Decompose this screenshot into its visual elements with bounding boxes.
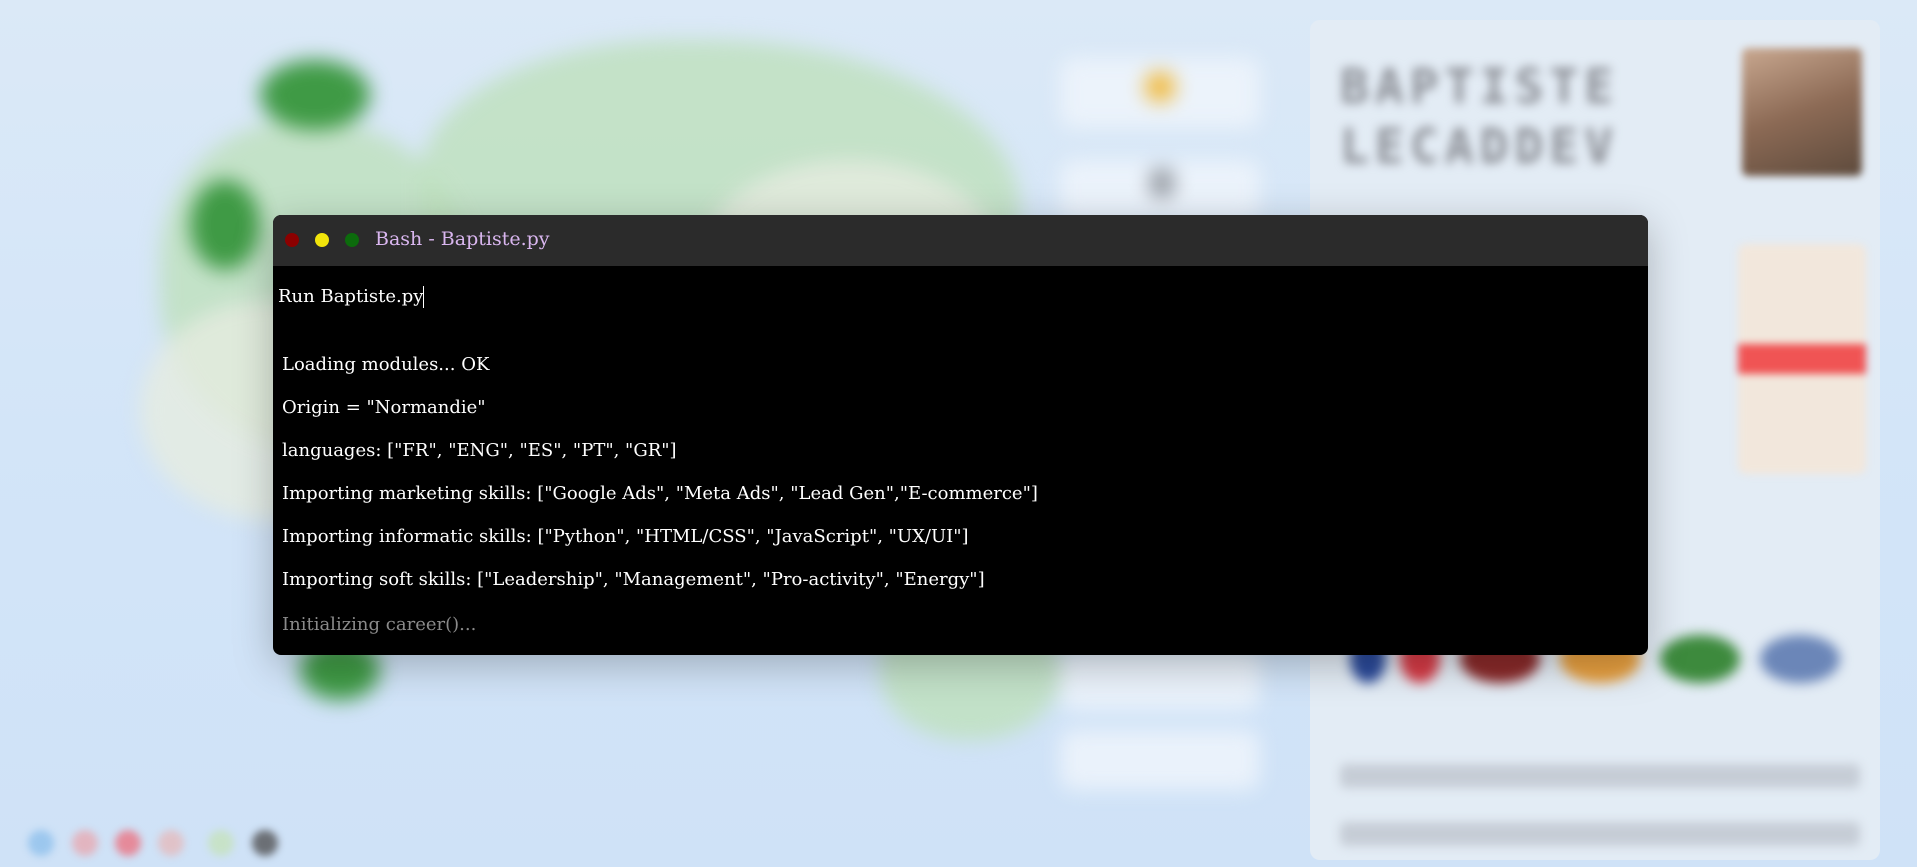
pending-output-line: Initializing career()... [282,614,477,635]
command-line[interactable]: Run Baptiste.py [278,286,423,307]
dock-icon [252,830,278,856]
terminal-window[interactable]: Bash - Baptiste.py Run Baptiste.py Loadi… [273,215,1648,655]
text-cursor [423,286,424,308]
dock-icon [115,830,141,856]
terminal-title: Bash - Baptiste.py [375,228,550,250]
map-highlight [190,180,260,270]
dock-icon [208,830,234,856]
profile-name-line1: BAPTISTE [1340,59,1620,115]
map-highlight [260,60,370,130]
output-line: Importing marketing skills: ["Google Ads… [282,483,1038,504]
maximize-icon[interactable] [345,233,359,247]
close-icon[interactable] [285,233,299,247]
output-line: Importing informatic skills: ["Python", … [282,526,969,547]
profile-photo [1742,48,1862,176]
output-line: Loading modules... OK [282,354,490,375]
dock-icon [158,830,184,856]
profile-name-line2: LECADDEV [1340,119,1620,175]
skill-bar [1340,764,1860,788]
dock-icon [28,830,54,856]
terminal-title-bar[interactable]: Bash - Baptiste.py [273,215,1648,266]
flag-icon [1760,635,1840,683]
ghost-icon [1150,168,1174,198]
flag-icon [1660,635,1740,683]
output-line: languages: ["FR", "ENG", "ES", "PT", "GR… [282,440,677,461]
cv-thumbnail [1738,244,1866,474]
output-line: Origin = "Normandie" [282,397,486,418]
skill-bar [1340,822,1860,846]
ghost-icon [1145,72,1175,102]
dock-icon [72,830,98,856]
ghost-card [1060,650,1260,710]
ghost-card [1060,730,1260,790]
output-line: Importing soft skills: ["Leadership", "M… [282,569,985,590]
minimize-icon[interactable] [315,233,329,247]
